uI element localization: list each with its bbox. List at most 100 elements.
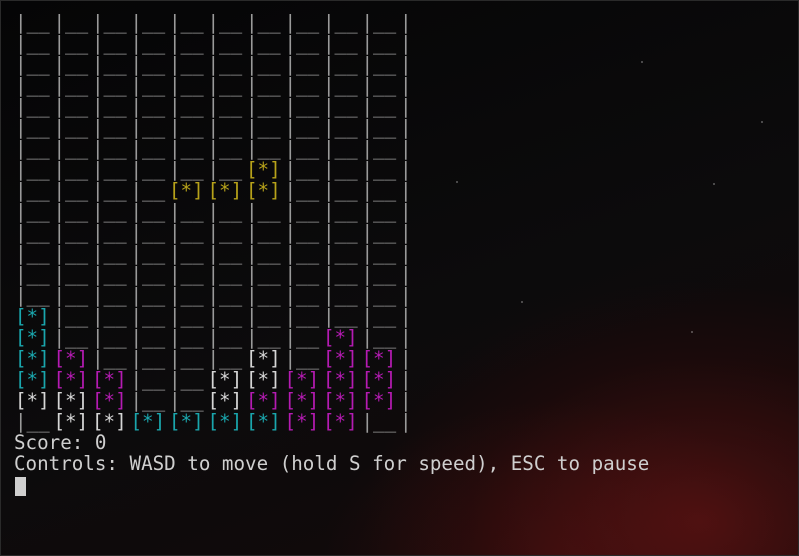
filled-block-cell: [*] — [246, 347, 281, 370]
empty-cell: |__ — [15, 11, 50, 34]
empty-cell: |__ — [361, 53, 397, 76]
empty-cell: |__ — [361, 74, 397, 97]
empty-cell: |__ — [92, 347, 127, 370]
empty-cell: |__ — [246, 137, 281, 160]
empty-cell: |__ — [207, 74, 243, 97]
empty-cell: |__ — [130, 137, 166, 160]
filled-block-cell: [*] — [246, 158, 281, 181]
filled-block-cell: [*] — [130, 410, 166, 433]
empty-cell: |__ — [284, 158, 320, 181]
filled-block-cell: [*] — [323, 326, 358, 349]
empty-cell: |__ — [53, 305, 89, 328]
empty-cell: |__ — [361, 305, 397, 328]
empty-cell: |__ — [284, 221, 320, 244]
empty-cell: |__ — [92, 221, 127, 244]
empty-cell: |__ — [361, 179, 397, 202]
board-right-wall: | — [400, 242, 412, 265]
empty-cell: |__ — [323, 95, 358, 118]
empty-cell: |__ — [361, 410, 397, 433]
filled-block-cell: [*] — [323, 389, 358, 412]
empty-cell: |__ — [15, 53, 50, 76]
empty-cell: |__ — [284, 284, 320, 307]
filled-block-cell: [*] — [15, 347, 50, 370]
empty-cell: |__ — [169, 221, 204, 244]
empty-cell: |__ — [246, 263, 281, 286]
filled-block-cell: [*] — [323, 347, 358, 370]
empty-cell: |__ — [92, 326, 127, 349]
empty-cell: |__ — [130, 347, 166, 370]
empty-cell: |__ — [284, 242, 320, 265]
filled-block-cell: [*] — [169, 179, 204, 202]
empty-cell: |__ — [284, 95, 320, 118]
empty-cell: |__ — [130, 389, 166, 412]
empty-cell: |__ — [15, 242, 50, 265]
filled-block-cell: [*] — [246, 368, 281, 391]
board-right-wall: | — [400, 368, 412, 391]
empty-cell: |__ — [207, 11, 243, 34]
empty-cell: |__ — [92, 305, 127, 328]
empty-cell: |__ — [323, 32, 358, 55]
empty-cell: |__ — [53, 284, 89, 307]
empty-cell: |__ — [92, 95, 127, 118]
empty-cell: |__ — [361, 11, 397, 34]
empty-cell: |__ — [53, 11, 89, 34]
empty-cell: |__ — [207, 263, 243, 286]
empty-cell: |__ — [246, 53, 281, 76]
empty-cell: |__ — [323, 11, 358, 34]
empty-cell: |__ — [246, 74, 281, 97]
filled-block-cell: [*] — [92, 389, 127, 412]
empty-cell: |__ — [15, 263, 50, 286]
empty-cell: |__ — [169, 137, 204, 160]
empty-cell: |__ — [53, 137, 89, 160]
empty-cell: |__ — [53, 200, 89, 223]
empty-cell: |__ — [246, 326, 281, 349]
empty-cell: |__ — [323, 263, 358, 286]
filled-block-cell: [*] — [207, 179, 243, 202]
filled-block-cell: [*] — [169, 410, 204, 433]
board-right-wall: | — [400, 221, 412, 244]
board-right-wall: | — [400, 32, 412, 55]
empty-cell: |__ — [53, 326, 89, 349]
empty-cell: |__ — [130, 95, 166, 118]
empty-cell: |__ — [53, 263, 89, 286]
board-right-wall: | — [400, 305, 412, 328]
filled-block-cell: [*] — [284, 389, 320, 412]
board-right-wall: | — [400, 347, 412, 370]
empty-cell: |__ — [130, 221, 166, 244]
board-right-wall: | — [400, 11, 412, 34]
empty-cell: |__ — [92, 53, 127, 76]
empty-cell: |__ — [323, 284, 358, 307]
empty-cell: |__ — [169, 305, 204, 328]
empty-cell: |__ — [361, 242, 397, 265]
filled-block-cell: [*] — [361, 368, 397, 391]
empty-cell: |__ — [53, 116, 89, 139]
empty-cell: |__ — [130, 74, 166, 97]
empty-cell: |__ — [92, 284, 127, 307]
empty-cell: |__ — [92, 137, 127, 160]
empty-cell: |__ — [246, 32, 281, 55]
empty-cell: |__ — [169, 389, 204, 412]
empty-cell: |__ — [92, 158, 127, 181]
filled-block-cell: [*] — [15, 326, 50, 349]
empty-cell: |__ — [130, 242, 166, 265]
empty-cell: |__ — [361, 263, 397, 286]
filled-block-cell: [*] — [361, 389, 397, 412]
empty-cell: |__ — [323, 242, 358, 265]
filled-block-cell: [*] — [53, 389, 89, 412]
empty-cell: |__ — [53, 95, 89, 118]
empty-cell: |__ — [92, 179, 127, 202]
empty-cell: |__ — [130, 32, 166, 55]
board-right-wall: | — [400, 284, 412, 307]
filled-block-cell: [*] — [15, 389, 50, 412]
filled-block-cell: [*] — [53, 368, 89, 391]
filled-block-cell: [*] — [284, 368, 320, 391]
empty-cell: |__ — [246, 11, 281, 34]
empty-cell: |__ — [130, 326, 166, 349]
empty-cell: |__ — [130, 116, 166, 139]
filled-block-cell: [*] — [207, 368, 243, 391]
filled-block-cell: [*] — [323, 368, 358, 391]
empty-cell: |__ — [169, 11, 204, 34]
empty-cell: |__ — [15, 410, 50, 433]
empty-cell: |__ — [130, 179, 166, 202]
filled-block-cell: [*] — [246, 179, 281, 202]
